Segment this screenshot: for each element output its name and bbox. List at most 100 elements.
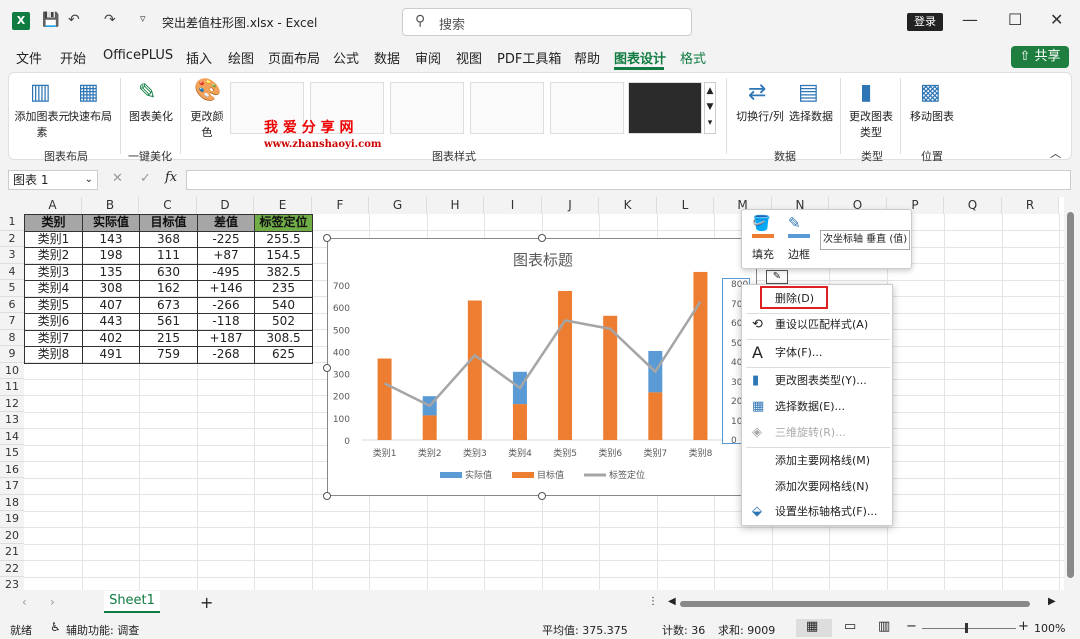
resize-handle[interactable] [323,492,331,500]
share-button[interactable]: ⇧ 共享 [1011,46,1069,68]
row-header-13[interactable]: 13 [0,412,24,429]
tab-view[interactable]: 视图 [456,48,482,67]
chart-element-dropdown[interactable]: 次坐标轴 垂直 (值) [820,230,910,250]
chart-filter-icon[interactable]: ✎ [766,270,788,284]
fill-button[interactable]: 填充 [752,246,774,262]
tab-formulas[interactable]: 公式 [333,48,359,67]
cell[interactable]: 407 [82,296,140,314]
select-all-corner[interactable] [0,197,24,214]
change-chart-type-icon[interactable]: ▮ [860,80,872,105]
chart-style-3[interactable] [390,82,464,134]
search-input[interactable]: ⚲ 搜索 [402,8,692,36]
row-header-19[interactable]: 19 [0,511,24,528]
column-header-j[interactable]: J [542,197,599,214]
tab-file[interactable]: 文件 [16,48,42,67]
cell[interactable]: -495 [197,263,255,281]
cell[interactable]: 类别6 [24,313,83,331]
row-header-21[interactable]: 21 [0,544,24,561]
menu-add-major-gridlines[interactable]: 添加主要网格线(M) [742,449,894,473]
column-header-a[interactable]: A [24,197,82,214]
quick-layout-icon[interactable]: ▦ [78,80,99,105]
header-cell[interactable]: 实际值 [82,214,140,232]
cell[interactable]: 630 [139,263,198,281]
header-cell[interactable]: 目标值 [139,214,198,232]
switch-row-column-icon[interactable]: ⇄ [748,80,766,105]
cell[interactable]: 类别4 [24,280,83,298]
horizontal-scroll-thumb[interactable] [680,601,1030,607]
row-header-16[interactable]: 16 [0,461,24,478]
menu-font[interactable]: A 字体(F)... [742,341,894,365]
column-header-q[interactable]: Q [944,197,1002,214]
page-layout-view-icon[interactable]: ▭ [844,619,856,634]
change-color-button[interactable]: 更改颜色 [188,108,226,140]
column-header-h[interactable]: H [427,197,484,214]
cancel-icon[interactable]: ✕ [112,171,123,186]
row-header-12[interactable]: 12 [0,395,24,412]
resize-handle[interactable] [323,364,331,372]
cell[interactable]: 759 [139,346,198,364]
status-accessibility[interactable]: 辅助功能: 调查 [66,622,139,638]
cell[interactable]: 255.5 [254,230,313,248]
menu-change-chart-type[interactable]: ▮ 更改图表类型(Y)... [742,369,894,393]
save-icon[interactable]: 💾 [42,12,59,28]
cell[interactable]: 491 [82,346,140,364]
enter-icon[interactable]: ✓ [140,171,151,186]
header-cell[interactable]: 类别 [24,214,83,232]
row-header-14[interactable]: 14 [0,428,24,445]
column-header-g[interactable]: G [369,197,427,214]
cell[interactable]: +87 [197,247,255,265]
zoom-level[interactable]: 100% [1034,622,1065,635]
cell[interactable]: 561 [139,313,198,331]
border-button[interactable]: 边框 [788,246,810,262]
header-cell[interactable]: 差值 [197,214,255,232]
cell[interactable]: 443 [82,313,140,331]
scroll-right-icon[interactable]: ▶ [1048,596,1056,607]
cell[interactable]: 198 [82,247,140,265]
move-chart-button[interactable]: 移动图表 [908,108,956,124]
add-chart-element-icon[interactable]: ▥ [30,80,51,105]
cell[interactable]: +146 [197,280,255,298]
cell[interactable]: +187 [197,329,255,347]
cell[interactable]: 类别1 [24,230,83,248]
function-icon[interactable]: fx [165,170,177,185]
login-button[interactable]: 登录 [907,13,943,31]
row-header-4[interactable]: 4 [0,263,24,280]
move-chart-icon[interactable]: ▩ [920,80,941,105]
cell[interactable]: 类别3 [24,263,83,281]
change-chart-type-button[interactable]: 更改图表类型 [848,108,894,140]
select-data-button[interactable]: 选择数据 [788,108,834,124]
border-pen-icon[interactable]: ✎ [788,214,801,232]
chart-beautify-button[interactable]: 图表美化 [126,108,176,124]
cell[interactable]: 382.5 [254,263,313,281]
cell[interactable]: 625 [254,346,313,364]
chart-style-5[interactable] [550,82,624,134]
maximize-icon[interactable]: ☐ [1008,10,1022,29]
row-header-5[interactable]: 5 [0,280,24,297]
formula-input[interactable] [186,170,1071,190]
column-header-r[interactable]: R [1002,197,1059,214]
cell[interactable]: 类别8 [24,346,83,364]
cell[interactable]: 308 [82,280,140,298]
minimize-icon[interactable]: — [962,10,978,29]
chart-area[interactable]: 图表标题 0 100 200 300 400 500 600 700 类别1 类别2 类别3 类别4 类别… [327,238,757,496]
row-header-22[interactable]: 22 [0,560,24,577]
column-header-i[interactable]: I [484,197,542,214]
cell[interactable]: -118 [197,313,255,331]
cell[interactable]: 类别5 [24,296,83,314]
fill-bucket-icon[interactable]: 🪣 [752,214,771,232]
cell[interactable]: 162 [139,280,198,298]
tab-chart-design[interactable]: 图表设计 [614,48,666,67]
resize-handle[interactable] [323,234,331,242]
menu-select-data[interactable]: ▦ 选择数据(E)... [742,395,894,419]
column-header-l[interactable]: L [657,197,714,214]
page-break-view-icon[interactable]: ▥ [878,619,890,634]
row-header-10[interactable]: 10 [0,362,24,379]
column-header-k[interactable]: K [599,197,657,214]
cell[interactable]: -268 [197,346,255,364]
quick-layout-button[interactable]: 快速布局 [66,108,114,124]
tab-pdf-tools[interactable]: PDF工具箱 [497,48,561,67]
column-header-c[interactable]: C [139,197,197,214]
gallery-more-icon[interactable]: ▲ ▼ ▾ [704,82,716,134]
row-header-20[interactable]: 20 [0,527,24,544]
close-icon[interactable]: ✕ [1050,10,1063,29]
